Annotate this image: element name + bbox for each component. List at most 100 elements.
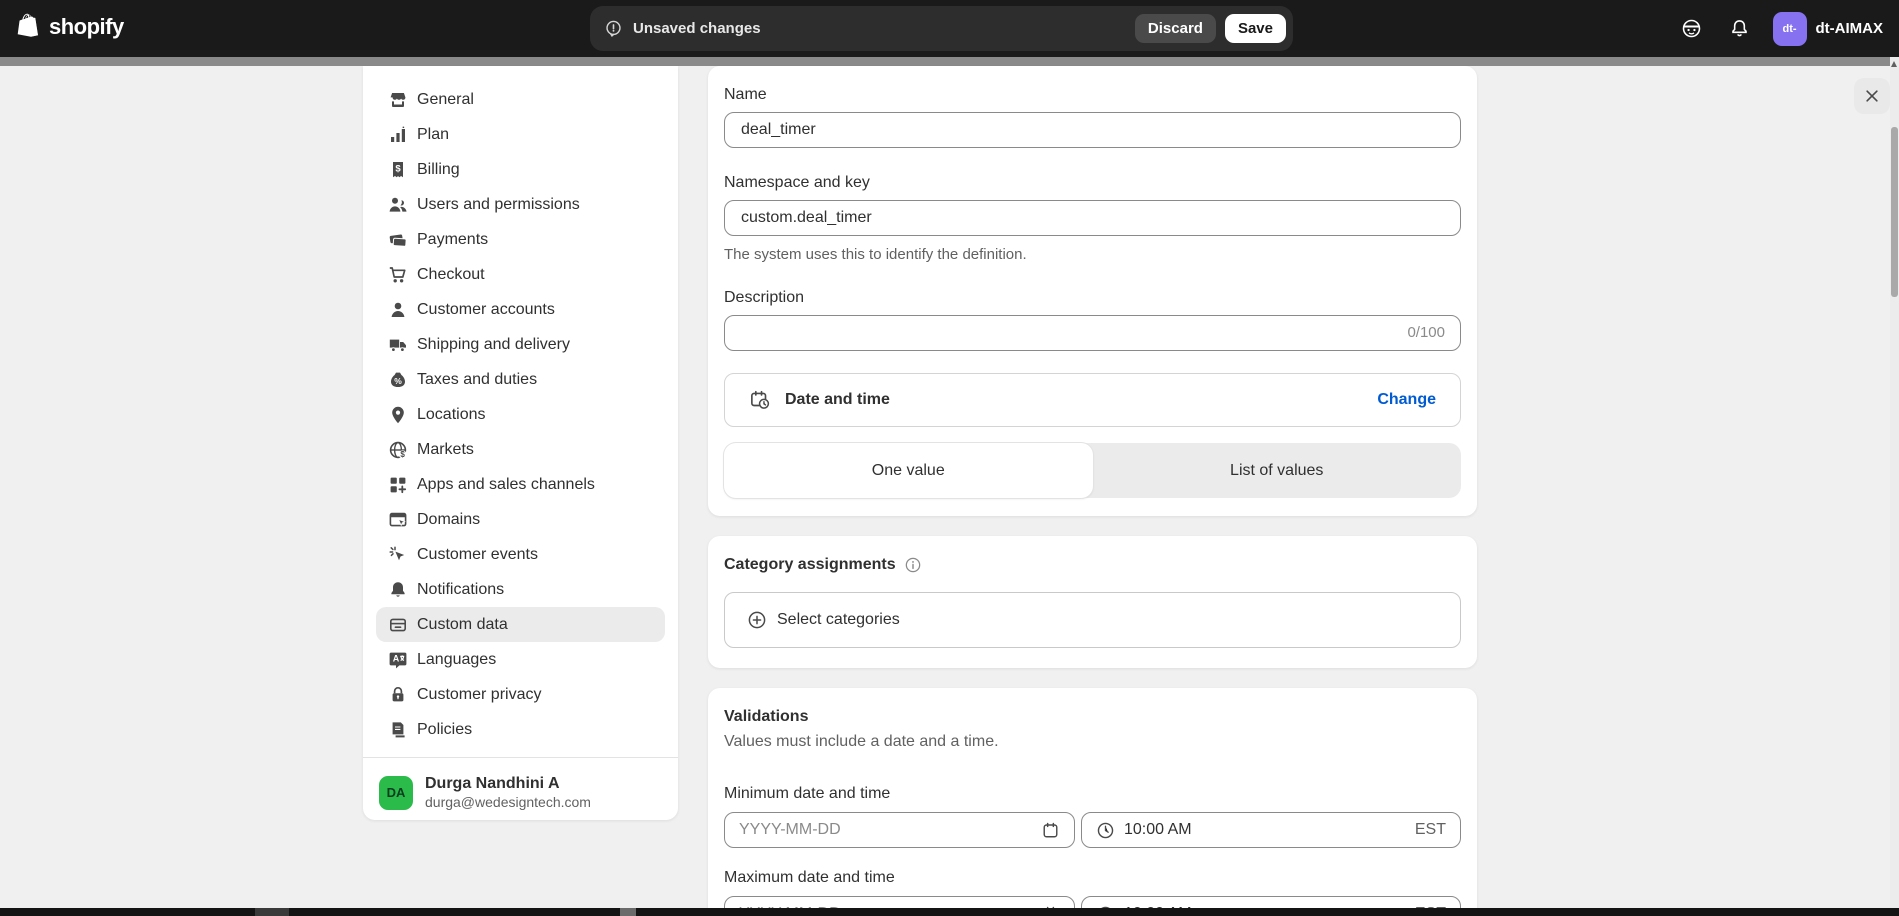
globe-icon: $ <box>388 440 408 460</box>
svg-text:$: $ <box>395 163 401 174</box>
change-type-link[interactable]: Change <box>1377 391 1436 409</box>
custom-data-icon <box>388 615 408 635</box>
save-button[interactable]: Save <box>1225 14 1286 43</box>
one-value-segment[interactable]: One value <box>724 443 1093 498</box>
shopify-wordmark: shopify <box>49 14 124 40</box>
min-time-value: 10:00 AM <box>1124 821 1415 839</box>
policies-icon <box>388 720 408 740</box>
account-name: Durga Nandhini A <box>425 774 591 793</box>
list-of-values-segment[interactable]: List of values <box>1093 443 1462 498</box>
name-label: Name <box>724 86 1461 104</box>
plan-icon <box>388 125 408 145</box>
sidebar-item-notifications[interactable]: Notifications <box>376 572 665 607</box>
sidebar-item-label: Custom data <box>417 616 508 634</box>
sidebar-item-payments[interactable]: Payments <box>376 222 665 257</box>
sidebar-item-apps-and-sales-channels[interactable]: Apps and sales channels <box>376 467 665 502</box>
category-assignments-card: Category assignments Select categories <box>708 536 1477 668</box>
users-icon <box>388 195 408 215</box>
scrollbar-up-arrow[interactable] <box>1891 61 1897 67</box>
definition-editor: Name Namespace and key The system uses t… <box>708 66 1477 916</box>
sidebar-item-label: Users and permissions <box>417 196 580 214</box>
sidebar-item-general[interactable]: General <box>376 82 665 117</box>
sidebar-item-policies[interactable]: Policies <box>376 712 665 747</box>
scrollbar-thumb[interactable] <box>1891 127 1898 297</box>
date-time-icon <box>749 389 771 411</box>
sidebar-item-customer-accounts[interactable]: Customer accounts <box>376 292 665 327</box>
domains-icon <box>388 510 408 530</box>
sidebar-item-customer-privacy[interactable]: Customer privacy <box>376 677 665 712</box>
settings-nav: General Plan $ Billing Users and permissions… <box>363 66 678 747</box>
account-card[interactable]: DA Durga Nandhini A durga@wedesigntech.c… <box>363 757 678 827</box>
shopify-logo[interactable]: shopify <box>16 13 124 41</box>
plus-circle-icon <box>747 610 767 630</box>
pin-icon <box>388 405 408 425</box>
store-icon <box>388 90 408 110</box>
modal-top-strip <box>0 57 1890 66</box>
sidebar-item-label: Customer events <box>417 546 538 564</box>
clock-icon <box>1096 821 1115 840</box>
sidebar-item-domains[interactable]: Domains <box>376 502 665 537</box>
sidebar-item-label: Taxes and duties <box>417 371 537 389</box>
sidebar-item-markets[interactable]: $Markets <box>376 432 665 467</box>
svg-text:$: $ <box>400 450 405 459</box>
sidebar-item-label: Billing <box>417 161 460 179</box>
cursor-icon <box>388 545 408 565</box>
namespace-input[interactable] <box>724 200 1461 236</box>
browser-scrollbar[interactable] <box>1890 57 1899 909</box>
user-avatar[interactable]: dt- <box>1773 12 1807 46</box>
sidebar-item-customer-events[interactable]: Customer events <box>376 537 665 572</box>
top-bar: shopify Unsaved changes Discard Save dt-… <box>0 0 1899 57</box>
sidebar-item-plan[interactable]: Plan <box>376 117 665 152</box>
min-time-input[interactable]: 10:00 AM EST <box>1081 812 1461 848</box>
type-label: Date and time <box>785 391 890 409</box>
svg-text:A: A <box>393 653 400 663</box>
taxes-icon: % <box>388 370 408 390</box>
sidekick-icon[interactable] <box>1675 12 1709 46</box>
user-name[interactable]: dt-AIMAX <box>1816 20 1884 37</box>
min-date-time-label: Minimum date and time <box>724 785 1461 803</box>
payments-icon <box>388 230 408 250</box>
taskbar-edge <box>0 908 1899 916</box>
max-date-time-label: Maximum date and time <box>724 869 1461 887</box>
close-icon <box>1863 87 1881 105</box>
sidebar-item-billing[interactable]: $ Billing <box>376 152 665 187</box>
sidebar-item-checkout[interactable]: Checkout <box>376 257 665 292</box>
lock-icon <box>388 685 408 705</box>
validations-subtitle: Values must include a date and a time. <box>724 733 1461 751</box>
sidebar-item-languages[interactable]: A Languages <box>376 642 665 677</box>
name-input[interactable] <box>724 112 1461 148</box>
bell-icon[interactable] <box>1723 12 1757 46</box>
validations-title: Validations <box>724 708 1461 726</box>
unsaved-changes-bar: Unsaved changes Discard Save <box>590 6 1293 51</box>
select-categories-label: Select categories <box>777 611 900 629</box>
sidebar-item-users-and-permissions[interactable]: Users and permissions <box>376 187 665 222</box>
alert-icon <box>604 19 623 38</box>
sidebar-item-label: Customer accounts <box>417 301 555 319</box>
sidebar-item-locations[interactable]: Locations <box>376 397 665 432</box>
sidebar-item-label: Policies <box>417 721 472 739</box>
discard-button[interactable]: Discard <box>1135 14 1216 43</box>
sidebar-item-label: Checkout <box>417 266 485 284</box>
sidebar-item-label: Locations <box>417 406 486 424</box>
sidebar-item-label: General <box>417 91 474 109</box>
calendar-icon[interactable] <box>1041 821 1060 840</box>
sidebar-item-custom-data[interactable]: Custom data <box>376 607 665 642</box>
truck-icon <box>388 335 408 355</box>
account-avatar: DA <box>379 776 413 810</box>
description-input[interactable] <box>724 315 1461 351</box>
category-assignments-title: Category assignments <box>724 556 896 574</box>
sidebar-item-shipping-and-delivery[interactable]: Shipping and delivery <box>376 327 665 362</box>
sidebar-item-label: Languages <box>417 651 496 669</box>
sidebar-item-label: Customer privacy <box>417 686 541 704</box>
min-timezone-label: EST <box>1415 821 1446 839</box>
select-categories-button[interactable]: Select categories <box>724 592 1461 648</box>
close-settings-button[interactable] <box>1854 78 1890 114</box>
person-icon <box>388 300 408 320</box>
apps-icon <box>388 475 408 495</box>
info-icon[interactable] <box>904 556 922 574</box>
shopify-bag-icon <box>16 13 42 41</box>
description-char-counter: 0/100 <box>1407 324 1445 341</box>
namespace-label: Namespace and key <box>724 174 1461 192</box>
sidebar-item-taxes-and-duties[interactable]: % Taxes and duties <box>376 362 665 397</box>
min-date-input[interactable]: YYYY-MM-DD <box>724 812 1075 848</box>
